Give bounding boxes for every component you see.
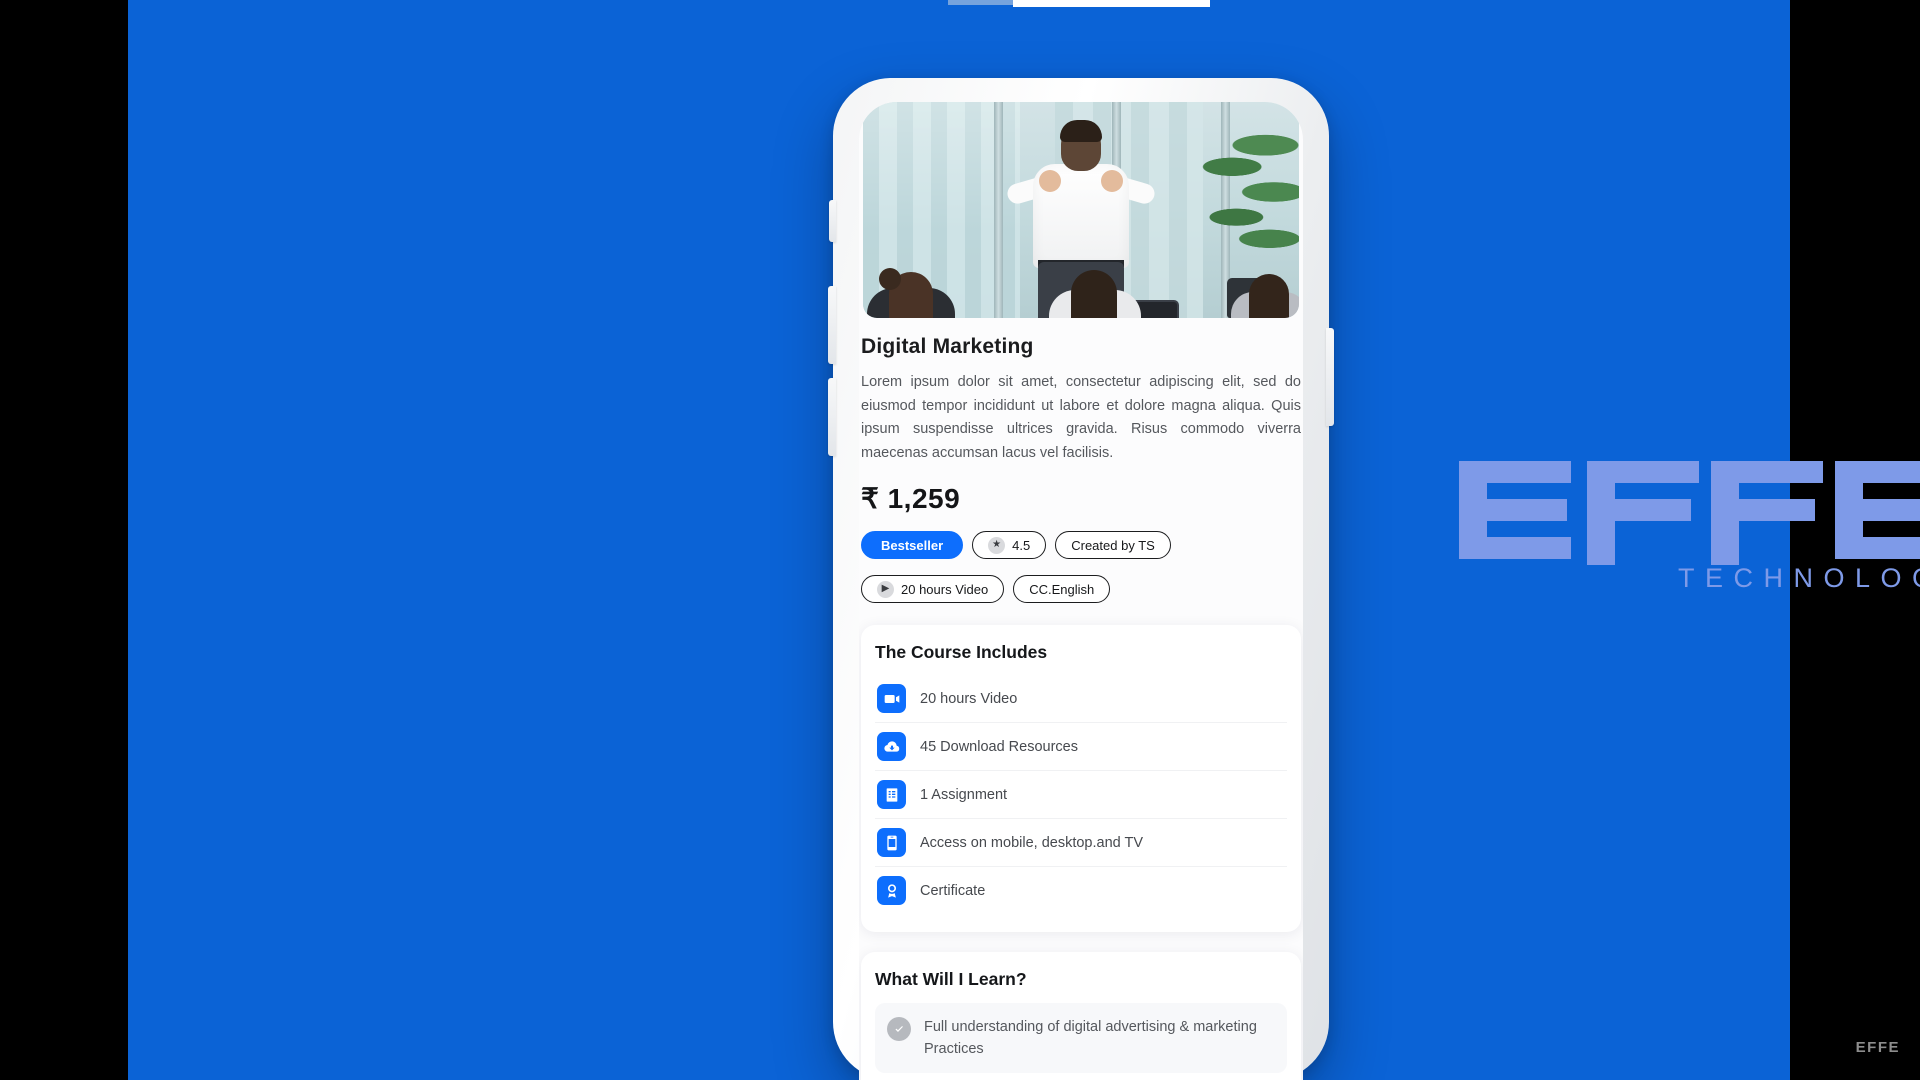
video-camera-icon: [877, 684, 906, 713]
badge-rating[interactable]: ★ 4.5: [972, 531, 1047, 559]
badge-label: CC.English: [1029, 581, 1095, 597]
course-includes-card: The Course Includes 20 hours Video 45 Do…: [861, 625, 1301, 932]
what-will-i-learn-heading: What Will I Learn?: [875, 969, 1027, 989]
play-icon: ▶: [877, 580, 894, 598]
mute-switch-button[interactable]: [829, 200, 836, 242]
certificate-award-icon: [877, 876, 906, 905]
slide-background: TECHNOLOGY: [128, 0, 1920, 1080]
course-price: ₹ 1,259: [861, 483, 961, 514]
badge-captions[interactable]: CC.English: [1013, 575, 1111, 603]
list-item[interactable]: 20 hours Video: [875, 675, 1287, 723]
badge-label: Bestseller: [881, 537, 944, 553]
badge-bestseller[interactable]: Bestseller: [861, 531, 964, 559]
badge-created-by[interactable]: Created by TS: [1055, 531, 1171, 559]
badge-video-duration[interactable]: ▶ 20 hours Video: [861, 575, 1005, 603]
badge-label: Created by TS: [1071, 537, 1155, 553]
power-button[interactable]: [1326, 328, 1334, 426]
progress-bar-fill: [1013, 0, 1210, 7]
list-item[interactable]: 45 Download Resources: [875, 723, 1287, 771]
logo-tagline: TECHNOLOGY: [1678, 563, 1920, 593]
assignment-document-icon: [877, 780, 906, 809]
check-circle-icon: [887, 1017, 911, 1041]
list-item[interactable]: Full understanding of digital advertisin…: [875, 1003, 1287, 1073]
list-item-label: 20 hours Video: [920, 690, 1018, 707]
list-item[interactable]: Access on mobile, desktop.and TV: [875, 819, 1287, 867]
course-includes-list: 20 hours Video 45 Download Resources 1 A…: [875, 675, 1287, 914]
effe-technology-logo: TECHNOLOGY: [1453, 455, 1920, 595]
star-icon: ★: [988, 536, 1006, 554]
course-detail-scroll[interactable]: Digital Marketing Lorem ipsum dolor sit …: [859, 102, 1303, 1080]
list-item-label: Full understanding of digital advertisin…: [924, 1019, 1257, 1057]
course-badges-row-1: Bestseller ★ 4.5 Created by TS: [861, 531, 1301, 559]
phone-mockup: Digital Marketing Lorem ipsum dolor sit …: [828, 78, 1334, 1080]
cloud-download-icon: [877, 732, 906, 761]
badge-label: 20 hours Video: [901, 581, 989, 597]
course-description: Lorem ipsum dolor sit amet, consectetur …: [861, 374, 1301, 461]
screenshot-stage: TECHNOLOGY: [0, 0, 1920, 1080]
list-item-label: 1 Assignment: [920, 786, 1008, 803]
phone-screen: Digital Marketing Lorem ipsum dolor sit …: [859, 102, 1303, 1080]
list-item-label: Certificate: [920, 882, 986, 899]
course-hero-image[interactable]: [863, 102, 1299, 318]
list-item-label: Access on mobile, desktop.and TV: [920, 834, 1143, 851]
badge-label: 4.5: [1012, 537, 1031, 553]
list-item-label: 45 Download Resources: [920, 738, 1078, 755]
course-badges-row-2: ▶ 20 hours Video CC.English: [861, 575, 1301, 603]
mobile-device-icon: [877, 828, 906, 857]
effe-wordmark-icon: [1459, 461, 1920, 565]
list-item[interactable]: Certificate: [875, 867, 1287, 914]
course-title: Digital Marketing: [861, 335, 1034, 358]
volume-up-button[interactable]: [828, 286, 836, 364]
what-will-i-learn-card: What Will I Learn? Full understanding of…: [861, 952, 1301, 1080]
corner-watermark: EFFE: [1855, 1039, 1900, 1056]
volume-down-button[interactable]: [828, 378, 836, 456]
course-includes-heading: The Course Includes: [875, 642, 1048, 662]
progress-bar-track: [948, 0, 1014, 5]
list-item[interactable]: 1 Assignment: [875, 771, 1287, 819]
